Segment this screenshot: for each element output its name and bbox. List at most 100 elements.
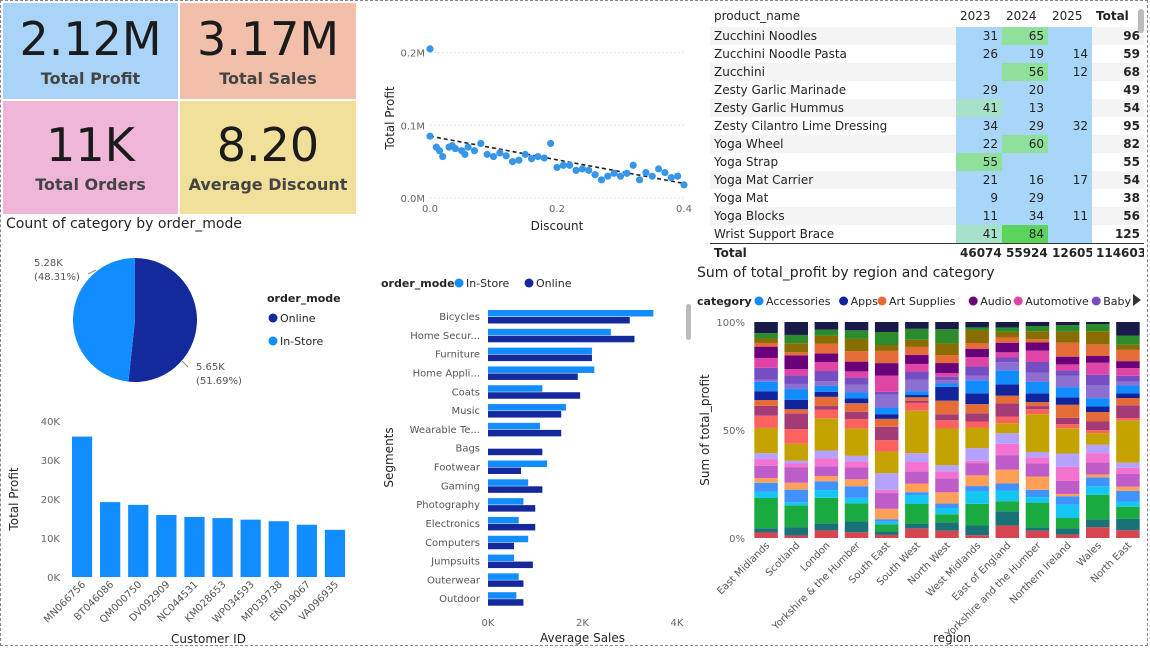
- value-cell: [1048, 225, 1092, 244]
- value-cell: 16: [1002, 171, 1048, 189]
- value-cell: 38: [1123, 191, 1140, 205]
- stack-segment: [995, 511, 1020, 526]
- table-row[interactable]: Zesty Garlic Marinade 29 20 49: [710, 81, 1144, 99]
- stack-segment: [1086, 430, 1110, 434]
- y-tick-label: 40K: [41, 417, 61, 428]
- customer-profit-bar-chart[interactable]: 0K10K20K30K40KMN066756BT046086QM000750DV…: [4, 405, 360, 645]
- stack-segment: [905, 354, 929, 364]
- stack-segment: [874, 426, 899, 441]
- kpi-value: 2.12M: [19, 11, 162, 66]
- table-row[interactable]: Zucchini Noodle Pasta 26 19 14 59: [710, 45, 1144, 63]
- stack-segment: [874, 451, 899, 474]
- legend-item: In-Store: [280, 335, 323, 348]
- stack-segment: [874, 534, 899, 538]
- stack-segment: [905, 391, 929, 396]
- bar-online: [488, 467, 522, 474]
- stack-segment: [1025, 452, 1050, 458]
- table-row[interactable]: Yoga Strap 55 55: [710, 153, 1144, 171]
- segments-bar-chart[interactable]: order_mode In-Store Online Bicycles Home Sec…: [375, 270, 695, 646]
- stack-segment: [814, 335, 839, 344]
- x-axis-title: Customer ID: [171, 632, 246, 645]
- legend-item: Audio: [980, 295, 1012, 308]
- data-point: [674, 172, 682, 180]
- table-header-2[interactable]: 2024: [1002, 5, 1048, 27]
- stack-segment: [1055, 356, 1080, 365]
- stack-segment: [1116, 418, 1140, 421]
- data-point: [591, 171, 599, 179]
- table-header-1[interactable]: 2023: [956, 5, 1002, 27]
- region-category-stacked-chart[interactable]: category Accessories Apps Art Supplies Audio…: [695, 288, 1147, 646]
- value-cell: 21: [956, 171, 1002, 189]
- bar-in-store: [488, 404, 566, 411]
- stack-segment: [995, 490, 1020, 502]
- table-row[interactable]: Zucchini 56 12 68: [710, 63, 1144, 81]
- table-row[interactable]: Zesty Cilantro Lime Dressing 34 29 32 95: [710, 117, 1144, 135]
- stack-segment: [754, 453, 778, 460]
- value-cell: 49: [1123, 83, 1140, 97]
- table-row[interactable]: Yoga Mat 9 29 38: [710, 189, 1144, 207]
- table-scrollbar[interactable]: [1138, 9, 1144, 33]
- data-point: [540, 154, 548, 162]
- legend-marker: [1013, 296, 1023, 306]
- kpi-average-discount[interactable]: 8.20 Average Discount: [180, 101, 356, 214]
- kpi-total-sales[interactable]: 3.17M Total Sales: [180, 3, 356, 99]
- product-name-cell: Yoga Mat Carrier: [710, 171, 956, 189]
- table-header-0[interactable]: product_name: [710, 5, 956, 27]
- stack-segment: [1086, 331, 1110, 345]
- bar: [100, 502, 121, 577]
- value-cell: 95: [1123, 119, 1140, 133]
- data-point: [502, 152, 510, 160]
- stack-segment: [905, 528, 929, 538]
- stack-segment: [1055, 404, 1080, 418]
- product-name-cell: Zesty Cilantro Lime Dressing: [714, 119, 888, 133]
- stack-segment: [905, 379, 929, 392]
- stack-segment: [1116, 518, 1140, 531]
- bar: [296, 524, 317, 577]
- stack-segment: [784, 502, 808, 506]
- kpi-total-orders[interactable]: 11K Total Orders: [3, 101, 178, 214]
- legend-marker: [877, 296, 887, 306]
- stack-segment: [935, 380, 959, 384]
- table-header-4[interactable]: Total: [1092, 5, 1144, 27]
- data-point: [483, 150, 491, 158]
- stack-segment: [965, 421, 989, 428]
- order-mode-pie[interactable]: 5.65K (51.69%) 5.28K (48.31%) order_mode Onli…: [10, 240, 365, 400]
- stack-segment: [844, 351, 869, 362]
- stack-segment: [874, 508, 899, 520]
- stack-segment: [935, 363, 959, 374]
- table-row[interactable]: Zesty Garlic Hummus 41 13 54: [710, 99, 1144, 117]
- stack-segment: [1086, 494, 1110, 520]
- data-point: [566, 161, 574, 169]
- kpi-total-profit[interactable]: 2.12M Total Profit: [3, 3, 178, 99]
- y-tick-label: Bicycles: [439, 312, 480, 323]
- data-point: [515, 156, 523, 164]
- value-cell: 11: [1048, 207, 1092, 225]
- stack-segment: [874, 407, 899, 415]
- table-header-3[interactable]: 2025: [1048, 5, 1092, 27]
- stack-segment: [1116, 398, 1140, 406]
- stack-segment: [784, 482, 808, 490]
- stack-segment: [844, 398, 869, 404]
- bar-online: [488, 486, 543, 493]
- product-matrix[interactable]: product_name 2023 2024 2025 Total Zucchini N…: [710, 5, 1144, 262]
- bar-in-store: [488, 479, 529, 486]
- stack-segment: [1055, 424, 1080, 429]
- bar: [71, 436, 93, 577]
- table-row[interactable]: Yoga Blocks 11 34 11 56: [710, 207, 1144, 225]
- table-row[interactable]: Yoga Wheel 22 60 82: [710, 135, 1144, 153]
- table-row[interactable]: Wrist Support Brace 41 84 125: [710, 225, 1144, 244]
- y-tick-label: 0.2M: [400, 49, 425, 60]
- stack-segment: [965, 460, 989, 464]
- stack-segment: [965, 486, 989, 491]
- data-point: [655, 165, 663, 173]
- value-cell: 68: [1092, 63, 1144, 81]
- discount-profit-scatter[interactable]: 0.0M0.1M0.2M0.0 0.2 0.4DiscountTotal Profi…: [370, 30, 695, 240]
- stack-segment: [965, 525, 989, 536]
- stack-segment: [1086, 385, 1110, 399]
- table-row[interactable]: Zucchini Noodles 31 65 96: [710, 27, 1144, 45]
- legend-marker: [454, 278, 464, 288]
- table-row[interactable]: Yoga Mat Carrier 21 16 17 54: [710, 171, 1144, 189]
- bar-online: [488, 317, 630, 324]
- bar: [128, 504, 149, 577]
- stack-segment: [1116, 530, 1140, 538]
